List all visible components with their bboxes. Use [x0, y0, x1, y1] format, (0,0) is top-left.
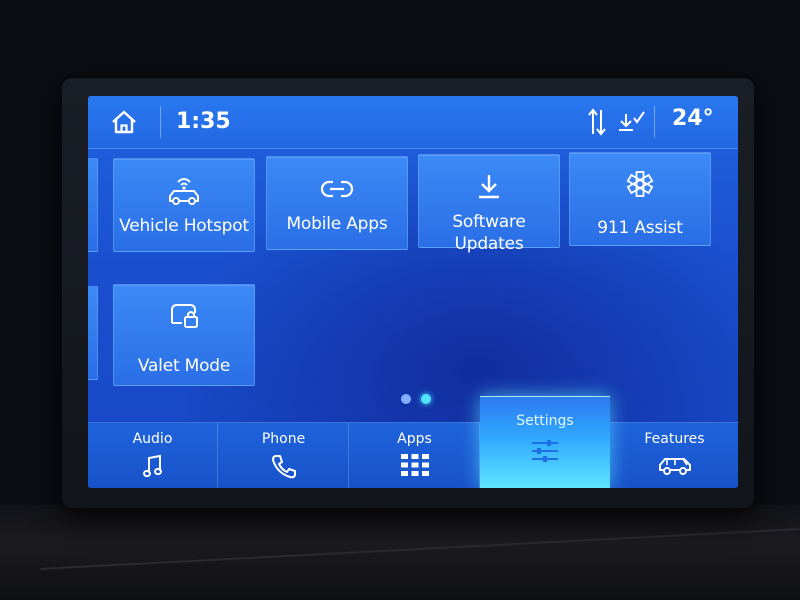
nav-apps[interactable]: Apps	[350, 423, 480, 488]
tile-label: Vehicle Hotspot	[119, 216, 249, 236]
clock: 1:35	[176, 109, 231, 134]
status-divider	[654, 106, 655, 138]
page-dot-2-active[interactable]	[421, 394, 431, 404]
tile-valet-mode[interactable]: Valet Mode	[113, 284, 255, 386]
prev-page-tile-edge	[88, 286, 98, 380]
tile-label: Valet Mode	[137, 356, 231, 376]
home-icon	[112, 110, 136, 134]
tile-911-assist[interactable]: 911 Assist	[569, 152, 711, 246]
nav-settings-active[interactable]: Settings	[480, 396, 610, 488]
nav-phone[interactable]: Phone	[219, 423, 349, 488]
tile-label: Software	[452, 212, 526, 232]
nav-label: Settings	[516, 413, 574, 429]
sliders-icon	[532, 440, 558, 462]
tile-label: Mobile Apps	[286, 214, 388, 234]
dashboard-trim	[0, 505, 800, 600]
download-icon	[479, 175, 499, 199]
infotainment-screen: 1:35 24° Vehicle Hotspot Mobile Apps Sof…	[88, 96, 738, 488]
sort-arrows-icon[interactable]	[586, 107, 608, 137]
phone-icon	[271, 455, 296, 479]
nav-label: Phone	[261, 431, 306, 447]
bottom-nav: Audio Phone Apps Features	[88, 422, 738, 488]
nav-label: Audio	[132, 431, 173, 447]
nav-features[interactable]: Features	[610, 423, 738, 488]
nav-label: Features	[644, 431, 705, 447]
temperature-readout: 24°	[672, 106, 714, 131]
link-icon	[320, 180, 354, 198]
tile-label: Updates	[454, 234, 524, 254]
car-features-icon	[658, 458, 691, 475]
prev-page-tile-edge	[88, 158, 98, 252]
car-lock-icon	[171, 304, 198, 328]
status-divider	[160, 106, 161, 138]
nav-label: Apps	[397, 431, 432, 447]
tile-vehicle-hotspot[interactable]: Vehicle Hotspot	[113, 158, 255, 252]
page-dot-1[interactable]	[401, 394, 411, 404]
download-check-icon[interactable]	[616, 108, 646, 136]
tile-mobile-apps[interactable]: Mobile Apps	[266, 156, 408, 250]
home-button[interactable]	[102, 106, 146, 138]
star-of-life-icon	[626, 171, 654, 197]
status-bar: 1:35 24°	[88, 96, 738, 149]
tile-software-updates[interactable]: Software Updates	[418, 154, 560, 254]
grid-icon	[400, 454, 429, 476]
tile-label: 911 Assist	[597, 218, 683, 238]
music-note-icon	[142, 454, 162, 478]
nav-audio[interactable]: Audio	[88, 423, 218, 488]
car-wifi-icon	[169, 178, 199, 205]
